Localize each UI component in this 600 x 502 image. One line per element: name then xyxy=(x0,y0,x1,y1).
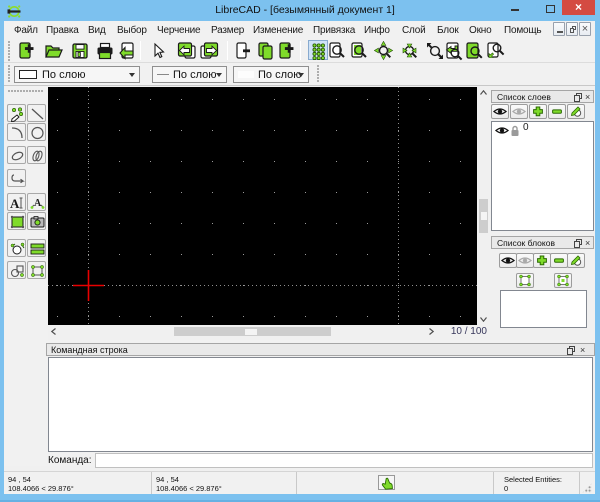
svg-text:A: A xyxy=(10,196,20,211)
svg-text:A: A xyxy=(34,198,42,209)
